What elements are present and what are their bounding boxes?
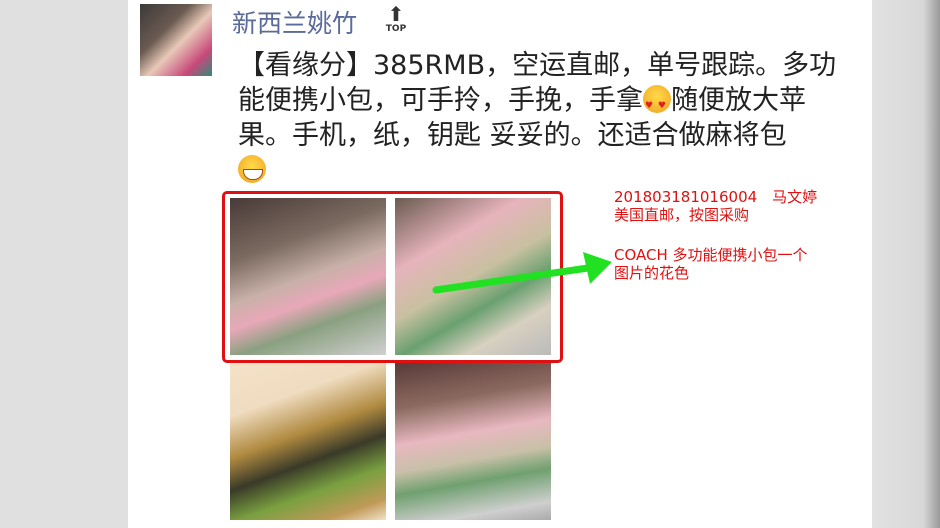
product-pattern: 图片的花色: [614, 264, 690, 282]
order-method: 美国直邮，按图采购: [614, 206, 750, 224]
product-note: COACH 多功能便携小包一个 图片的花色: [614, 246, 808, 282]
order-number: 201803181016004 马文婷: [614, 188, 818, 206]
order-note: 201803181016004 马文婷 美国直邮，按图采购: [614, 188, 817, 224]
product-name: COACH 多功能便携小包一个: [614, 246, 808, 264]
